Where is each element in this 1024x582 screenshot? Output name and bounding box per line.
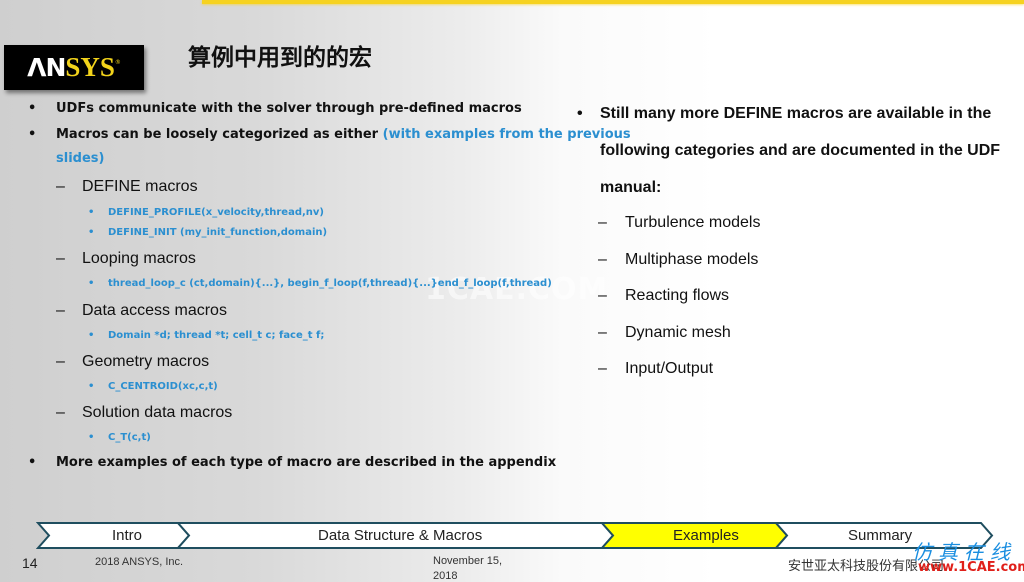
nav-label-data-structure[interactable]: Data Structure & Macros bbox=[318, 527, 482, 544]
page-number: 14 bbox=[22, 555, 38, 571]
bullet-dot: • bbox=[88, 278, 95, 289]
dash: – bbox=[56, 404, 65, 421]
example-item: • C_T(c,t) bbox=[88, 432, 151, 443]
example-text: C_T(c,t) bbox=[108, 432, 151, 443]
example-text: thread_loop_c (ct,domain){...}, begin_f_… bbox=[108, 278, 552, 289]
dash: – bbox=[56, 178, 65, 195]
bullet-highlight-cont: slides) bbox=[56, 151, 105, 166]
item-text: Dynamic mesh bbox=[625, 324, 731, 341]
item-text: Reacting flows bbox=[625, 287, 730, 304]
right-item: – Reacting flows bbox=[598, 287, 730, 305]
example-item: • DEFINE_INIT (my_init_function,domain) bbox=[88, 227, 328, 238]
bullet-dot: • bbox=[88, 207, 95, 218]
footer-date: November 15, bbox=[433, 555, 503, 567]
bullet-text: More examples of each type of macro are … bbox=[56, 455, 557, 470]
category-label: Geometry macros bbox=[82, 353, 210, 370]
category-geometry: – Geometry macros bbox=[56, 353, 210, 371]
bullet-highlight: (with examples from the previous bbox=[382, 127, 631, 142]
example-text: DEFINE_INIT (my_init_function,domain) bbox=[108, 227, 328, 238]
item-text: Turbulence models bbox=[625, 214, 761, 231]
dash: – bbox=[598, 251, 607, 268]
bullet-dot: • bbox=[88, 432, 95, 443]
example-item: • C_CENTROID(xc,c,t) bbox=[88, 381, 218, 392]
bullet-dot: • bbox=[88, 227, 95, 238]
bullet-dot: • bbox=[88, 330, 95, 341]
bullet-text: UDFs communicate with the solver through… bbox=[56, 101, 522, 116]
example-text: Domain *d; thread *t; cell_t c; face_t f… bbox=[108, 330, 325, 341]
bullet-dot: • bbox=[28, 455, 37, 470]
example-text: C_CENTROID(xc,c,t) bbox=[108, 381, 218, 392]
footer-date-cont: 2018 bbox=[433, 570, 458, 582]
example-item: • thread_loop_c (ct,domain){...}, begin_… bbox=[88, 278, 552, 289]
nav-label-summary[interactable]: Summary bbox=[848, 527, 912, 544]
right-item: – Turbulence models bbox=[598, 214, 761, 232]
right-item: – Multiphase models bbox=[598, 251, 759, 269]
category-data-access: – Data access macros bbox=[56, 302, 227, 320]
right-item: – Input/Output bbox=[598, 360, 714, 378]
bullet-dot: • bbox=[28, 127, 37, 142]
bullet-text: Still many more DEFINE macros are availa… bbox=[600, 105, 1001, 196]
bullet-udfs: • UDFs communicate with the solver throu… bbox=[28, 101, 522, 116]
bullet-categories: • Macros can be loosely categorized as e… bbox=[28, 127, 631, 142]
footer-copyright: 2018 ANSYS, Inc. bbox=[95, 556, 184, 568]
category-looping: – Looping macros bbox=[56, 250, 196, 268]
item-text: Multiphase models bbox=[625, 251, 759, 268]
category-solution-data: – Solution data macros bbox=[56, 404, 233, 422]
right-main-bullet: • Still many more DEFINE macros are avai… bbox=[577, 95, 1020, 206]
category-define: – DEFINE macros bbox=[56, 178, 198, 196]
nav-label-intro[interactable]: Intro bbox=[112, 527, 142, 544]
category-label: DEFINE macros bbox=[82, 178, 198, 195]
category-label: Data access macros bbox=[82, 302, 227, 319]
nav-label-examples[interactable]: Examples bbox=[673, 527, 739, 544]
dash: – bbox=[56, 302, 65, 319]
watermark-url: www.1CAE.com bbox=[918, 560, 1024, 575]
section-navigation: Intro Data Structure & Macros Examples S… bbox=[36, 522, 996, 549]
dash: – bbox=[598, 287, 607, 304]
dash: – bbox=[598, 324, 607, 341]
example-item: • Domain *d; thread *t; cell_t c; face_t… bbox=[88, 330, 325, 341]
example-text: DEFINE_PROFILE(x_velocity,thread,nv) bbox=[108, 207, 324, 218]
dash: – bbox=[56, 353, 65, 370]
bullet-text: Macros can be loosely categorized as eit… bbox=[56, 127, 383, 142]
bullet-dot: • bbox=[577, 105, 583, 122]
bullet-dot: • bbox=[88, 381, 95, 392]
dash: – bbox=[598, 214, 607, 231]
category-label: Looping macros bbox=[82, 250, 196, 267]
bullet-appendix: • More examples of each type of macro ar… bbox=[28, 455, 557, 470]
dash: – bbox=[56, 250, 65, 267]
dash: – bbox=[598, 360, 607, 377]
item-text: Input/Output bbox=[625, 360, 714, 377]
example-item: • DEFINE_PROFILE(x_velocity,thread,nv) bbox=[88, 207, 324, 218]
right-item: – Dynamic mesh bbox=[598, 324, 731, 342]
bullet-dot: • bbox=[28, 101, 37, 116]
left-column: • UDFs communicate with the solver throu… bbox=[0, 0, 631, 510]
category-label: Solution data macros bbox=[82, 404, 233, 421]
